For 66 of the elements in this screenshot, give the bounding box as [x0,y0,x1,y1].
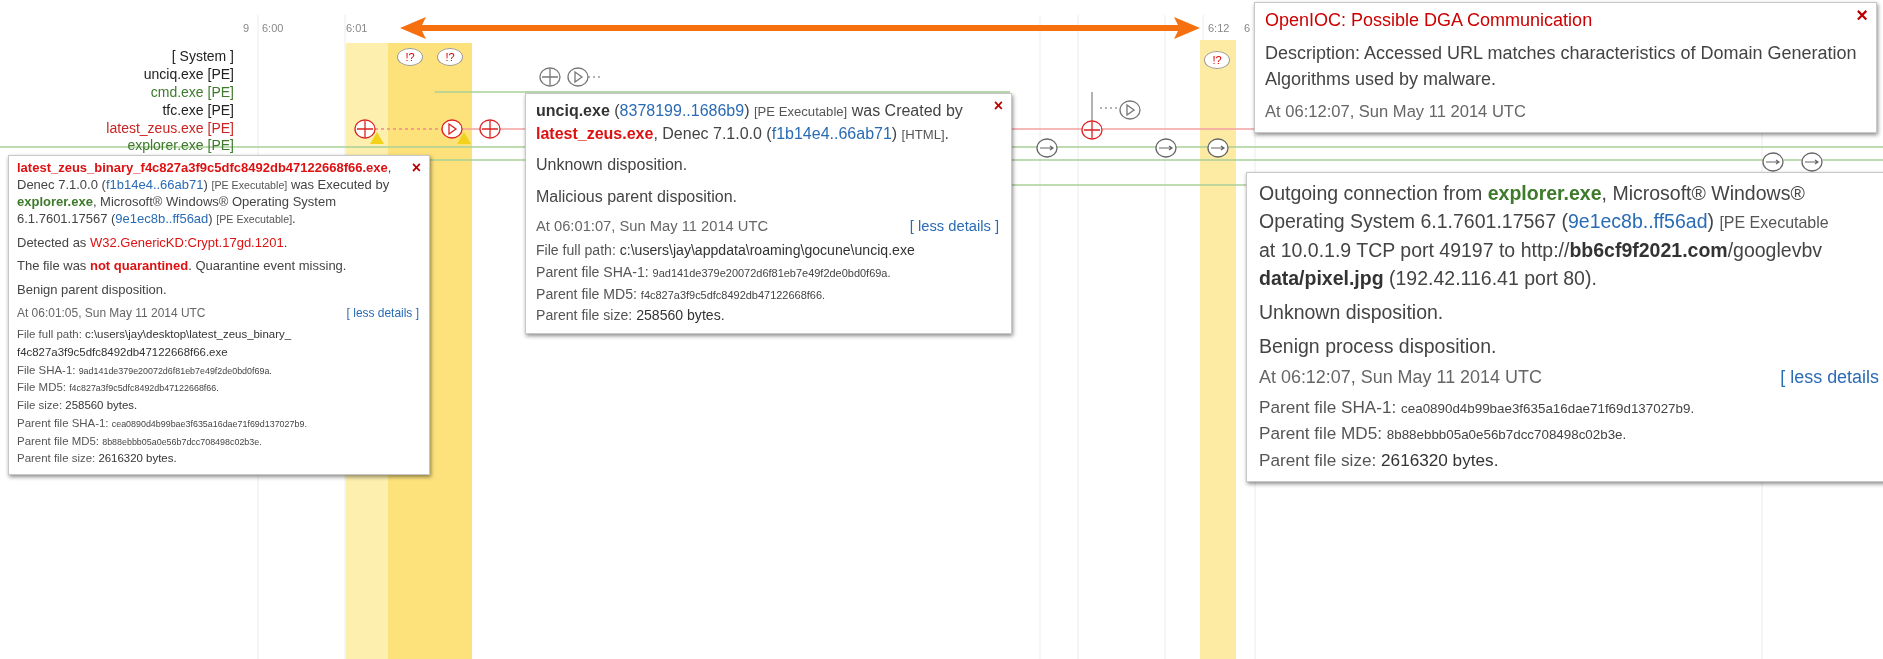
disposition-text: Unknown disposition. [536,155,688,176]
less-details-link[interactable]: [ less details [1780,366,1879,388]
hash-link[interactable]: 8378199..1686b9 [619,102,745,119]
plus-circle-icon[interactable] [354,119,376,139]
plus-circle-icon[interactable] [539,67,561,87]
detail-line: File SHA-1: 9ad141de379e20072d6f81eb7e49f2de0bd0f69a. [17,362,272,378]
process-label: cmd.exe [PE] [150,83,234,101]
disposition-text: The file was not quarantined. Quarantine event missing. [17,258,347,276]
timestamp: At 06:12:07, Sun May 11 2014 UTC [1265,101,1527,122]
plus-circle-icon[interactable] [1081,120,1103,140]
close-button[interactable]: × [1856,7,1868,23]
detail-line: Parent file MD5: f4c827a3f9c5dfc8492db47122668f66. [536,284,826,304]
hash-link[interactable]: 9e1ec8b..ff56ad [115,210,209,226]
detail-line: File full path: c:\users\jay\appdata\roaming\gocune\unciq.exe [536,240,915,260]
event-summary: latest_zeus_binary_f4c827a3f9c5dfc8492db47122668f66.exe, Denec 7.1.0.0 (f1b14e4..66ab71) [PE Executable] was Executed by explorer.exe, Microsoft® Windows® Operating System 6.1.7601.17567 (9e1ec8b..ff56ad) [PE Executable]. [17,160,393,228]
process-label: explorer.exe [PE] [127,136,234,154]
detail-line: Parent file MD5: 8b88ebbb05a0e56b7dcc708498c02b3e. [1259,422,1627,446]
plus-circle-icon[interactable] [479,119,501,139]
time-tick: 6 [1244,22,1251,34]
process-label: latest_zeus.exe [PE] [106,119,234,137]
detail-line: Parent file size: 2616320 bytes. [17,451,177,467]
arrow-circle-icon[interactable] [1155,138,1177,158]
close-button[interactable]: × [993,98,1003,114]
process-label: tfc.exe [PE] [162,101,234,119]
arrow-circle-icon[interactable] [1762,152,1784,172]
detail-line: Parent file SHA-1: cea0890d4b99bae3f635a16dae71f69d137027b9. [1259,395,1695,419]
time-tick: 6:01 [346,22,368,34]
detail-line: Parent file size: 2616320 bytes. [1259,448,1499,472]
close-button[interactable]: × [411,160,421,176]
detail-line: Parent file MD5: 8b88ebbb05a0e56b7dcc708498c02b3e. [17,433,262,449]
alert-title: OpenIOC: Possible DGA Communication [1265,9,1594,32]
play-circle-icon[interactable] [441,119,463,139]
arrow-circle-icon[interactable] [1036,138,1058,158]
play-circle-icon[interactable] [567,67,589,87]
warning-icon [457,132,471,144]
timestamp: At 06:12:07, Sun May 11 2014 UTC [1259,366,1542,388]
arrow-circle-icon[interactable] [1207,138,1229,158]
alert-description: Description: Accessed URL matches characteristics of Domain Generation Algorithms used by malware. [1265,42,1858,92]
detail-line: File size: 258560 bytes. [17,398,138,414]
time-tick: 6:12 [1208,22,1230,34]
detail-line: Parent file SHA-1: cea0890d4b99bae3f635a16dae71f69d137027b9. [17,415,307,431]
time-tick: 6:00 [262,22,284,34]
disposition-text: Malicious parent disposition. [536,187,737,208]
disposition-text: Benign parent disposition. [17,282,167,300]
detail-line: Parent file size: 258560 bytes. [536,306,725,326]
hash-link[interactable]: f1b14e4..66ab71 [771,124,892,142]
event-summary: Outgoing connection from explorer.exe, Microsoft® Windows® Operating System 6.1.7601.17567 (9e1ec8b..ff56ad) [PE Executable at 10.0.1.9 TCP port 49197 to http://bb6cf9f2021.com/googlevbv data/pixel.jpg (192.42.116.41 port 80). [1259,181,1829,291]
detail-line: File MD5: f4c827a3f9c5dfc8492db47122668f66. [17,380,219,396]
hash-link[interactable]: f1b14e4..66ab71 [105,176,204,192]
disposition-text: Benign process disposition. [1259,334,1497,360]
less-details-link[interactable]: [ less details ] [909,217,999,234]
process-label: [ System ] [171,47,234,65]
hash-link[interactable]: 9e1ec8b..ff56ad [1567,210,1708,233]
process-label: unciq.exe [PE] [143,65,234,83]
disposition-text: Unknown disposition. [1259,300,1444,326]
timestamp: At 06:01:07, Sun May 11 2014 UTC [536,217,769,234]
detail-line: File full path: c:\users\jay\desktop\latest_zeus_binary_ f4c827a3f9c5dfc8492db47122668f66.exe [17,327,293,360]
arrow-circle-icon[interactable] [1801,152,1823,172]
detail-line: Parent file SHA-1: 9ad141de379e20072d6f81eb7e49f2de0bd0f69a. [536,262,891,282]
disposition-text: Detected as W32.GenericKD:Crypt.17gd.1201. [17,234,288,252]
time-tick: 9 [243,22,250,34]
less-details-link[interactable]: [ less details ] [346,306,419,321]
play-circle-icon[interactable] [1119,100,1141,120]
timestamp: At 06:01:05, Sun May 11 2014 UTC [17,306,206,321]
event-summary: unciq.exe (8378199..1686b9) [PE Executable] was Created by latest_zeus.exe, Denec 7.1.0.0 (f1b14e4..66ab71) [HTML]. [536,101,964,144]
warning-icon [370,132,384,144]
